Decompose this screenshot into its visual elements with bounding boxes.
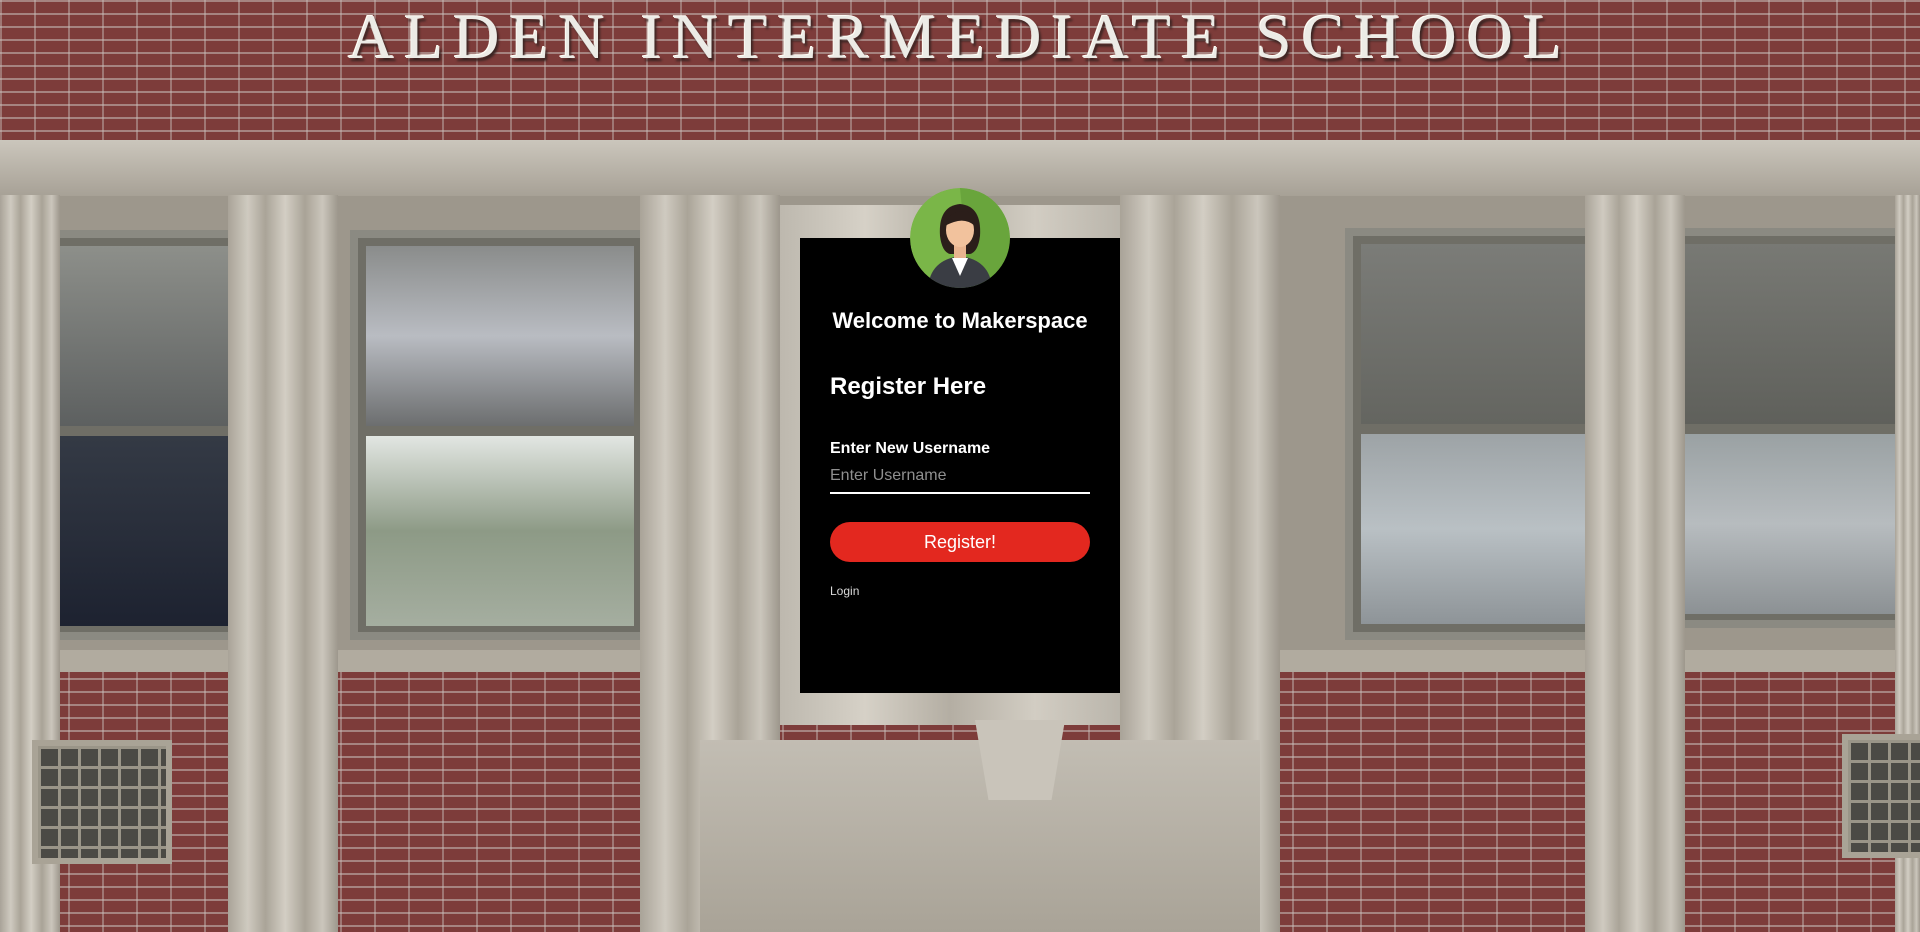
pilaster <box>1585 195 1685 932</box>
pilaster <box>228 195 338 932</box>
vent-grille <box>32 740 172 864</box>
register-card: Welcome to Makerspace Register Here Ente… <box>800 188 1120 693</box>
user-avatar-icon <box>910 188 1010 288</box>
window <box>350 230 650 640</box>
welcome-title: Welcome to Makerspace <box>832 308 1088 333</box>
school-sign: ALDEN INTERMEDIATE SCHOOL <box>347 1 1573 72</box>
keystone <box>975 720 1065 800</box>
username-input[interactable] <box>830 460 1090 494</box>
entrance-base <box>700 740 1260 932</box>
window <box>1665 228 1920 628</box>
register-button[interactable]: Register! <box>830 522 1090 562</box>
username-label: Enter New Username <box>830 440 991 457</box>
register-heading: Register Here <box>830 373 987 400</box>
vent-grille <box>1842 734 1920 858</box>
login-link[interactable]: Login <box>830 584 859 598</box>
